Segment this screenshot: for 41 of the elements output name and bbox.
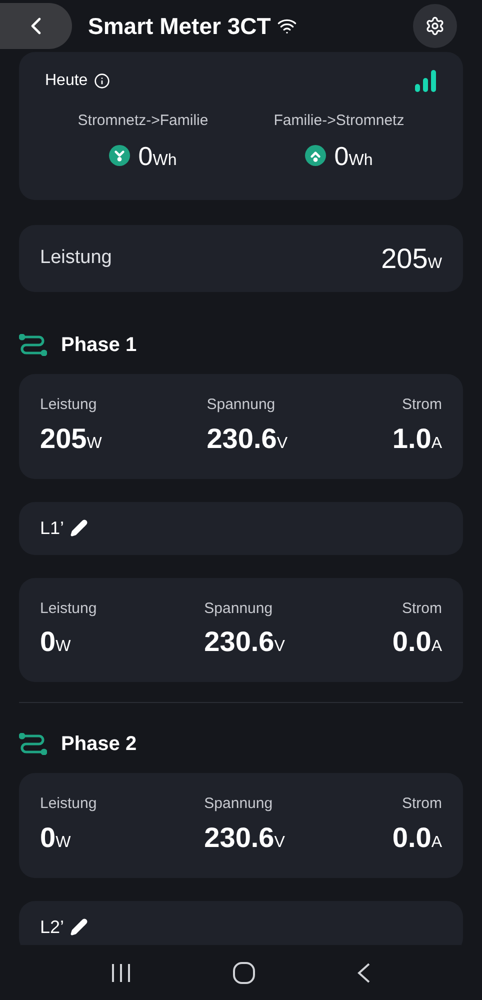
metric-label: Strom [402, 794, 442, 814]
recent-apps-icon[interactable] [110, 962, 132, 984]
metric-value: 1.0A [392, 424, 442, 452]
page-title: Smart Meter 3CT [88, 12, 271, 41]
metric-label: Spannung [206, 395, 276, 415]
flow-value: 0Wh [334, 142, 373, 168]
line-label: L1’ [40, 516, 64, 540]
gear-icon [425, 16, 445, 36]
phase-icon [19, 334, 47, 356]
phase-title: Phase 1 [61, 333, 137, 358]
pencil-icon[interactable] [70, 519, 88, 537]
metric-label: Spannung [204, 794, 273, 814]
metric-label: Strom [402, 598, 442, 618]
metric-value: 230.6V [206, 424, 288, 452]
metric-label: Leistung [40, 598, 97, 618]
metric-value: 0.0A [392, 824, 442, 852]
metric-label: Strom [402, 395, 442, 415]
pencil-icon[interactable] [70, 918, 88, 936]
metric-label: Spannung [204, 598, 273, 618]
metric-value: 230.6V [204, 628, 285, 656]
power-label: Leistung [40, 246, 112, 270]
metric-value: 0.0A [392, 628, 442, 656]
line-label: L2’ [40, 916, 64, 938]
power-value: 205W [381, 244, 442, 272]
back-icon[interactable] [356, 962, 372, 984]
metric-value: 0W [40, 628, 71, 656]
flow-label: Stromnetz->Familie [78, 111, 208, 131]
info-icon[interactable] [94, 73, 110, 89]
metric-label: Leistung [40, 794, 97, 814]
phase-title: Phase 2 [61, 732, 137, 757]
metric-value: 230.6V [204, 824, 285, 852]
flow-value: 0Wh [138, 142, 177, 168]
metric-value: 205W [40, 424, 102, 452]
metric-label: Leistung [40, 395, 97, 415]
today-label: Heute [45, 71, 88, 91]
flow-label: Familie->Stromnetz [274, 111, 404, 131]
metric-value: 0W [40, 824, 71, 852]
home-icon[interactable] [232, 960, 256, 984]
signal-bars-icon [415, 70, 437, 92]
settings-button[interactable] [413, 4, 457, 48]
phase-icon [19, 733, 47, 755]
